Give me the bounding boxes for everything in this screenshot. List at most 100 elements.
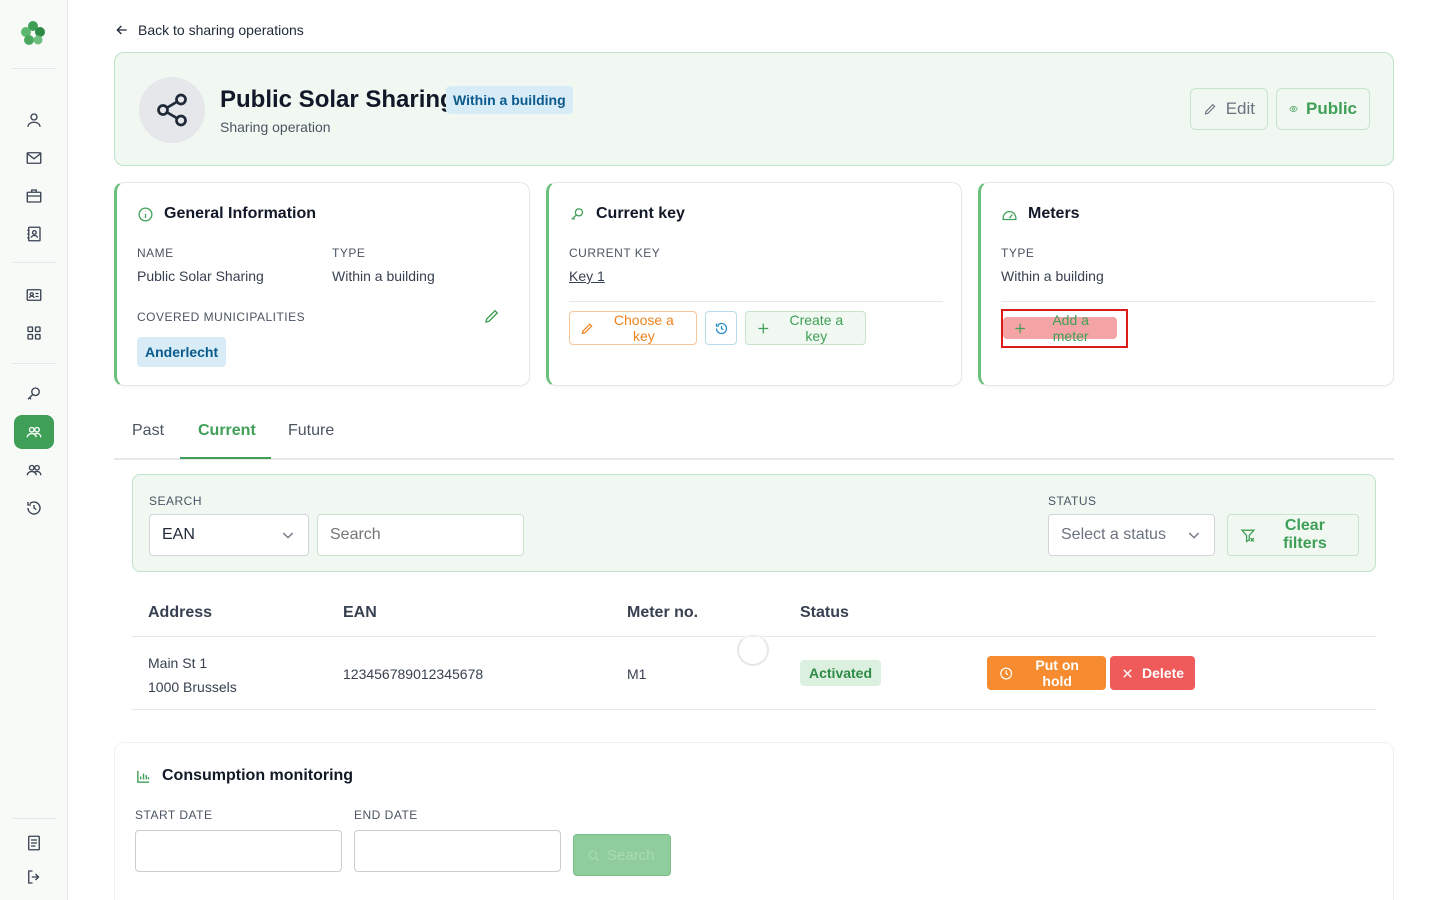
users-icon: [26, 426, 42, 438]
sidebar: [0, 0, 68, 900]
sidebar-item-logout[interactable]: [14, 860, 54, 894]
share-avatar: [139, 77, 205, 143]
clear-filters-label: Clear filters: [1283, 517, 1327, 552]
tab-past[interactable]: Past: [132, 422, 164, 440]
current-key-label: CURRENT KEY: [569, 246, 661, 260]
operation-header: Public Solar Sharing Within a building S…: [114, 52, 1394, 166]
public-button-label: Public: [1305, 99, 1357, 118]
name-label: NAME: [137, 246, 174, 260]
share-icon: [157, 93, 187, 127]
column-address: Address: [148, 604, 213, 621]
put-on-hold-button[interactable]: Put on hold: [987, 656, 1106, 690]
general-info-title: General Information: [137, 205, 316, 223]
search-input[interactable]: [317, 514, 524, 556]
sidebar-item-sharing[interactable]: [14, 415, 54, 449]
clock-icon: [1000, 667, 1013, 679]
type-label: TYPE: [332, 246, 366, 260]
sidebar-item-history[interactable]: [14, 491, 54, 525]
column-ean: EAN: [343, 604, 377, 621]
status-label: STATUS: [1048, 494, 1097, 508]
logo-icon: [21, 21, 45, 45]
plus-icon: [758, 323, 769, 333]
divider: [569, 301, 943, 302]
sidebar-item-profile[interactable]: [14, 103, 54, 137]
mail-icon: [26, 152, 42, 164]
logout-icon: [28, 870, 40, 884]
consumption-title: Consumption monitoring: [135, 767, 353, 785]
consumption-card: Consumption monitoring START DATE END DA…: [114, 742, 1394, 900]
status-select[interactable]: Select a status: [1048, 514, 1215, 556]
create-key-button[interactable]: Create a key: [745, 311, 866, 345]
municipality-tag: Anderlecht: [137, 337, 227, 367]
id-card-icon: [26, 289, 42, 301]
history-icon: [27, 501, 41, 515]
eye-icon: [1289, 106, 1298, 112]
key-history-button[interactable]: [705, 311, 737, 345]
status-select-value: Select a status: [1061, 526, 1166, 543]
search-label: SEARCH: [149, 494, 203, 508]
delete-button[interactable]: Delete: [1110, 656, 1195, 690]
public-button[interactable]: Public: [1276, 88, 1370, 130]
sidebar-divider: [12, 68, 56, 69]
briefcase-icon: [26, 189, 42, 203]
sidebar-item-contacts[interactable]: [14, 217, 54, 251]
sidebar-item-docs[interactable]: [14, 826, 54, 860]
consumption-search-label: Search: [607, 846, 655, 864]
current-key-title-label: Current key: [596, 205, 685, 222]
history-icon: [715, 322, 727, 334]
highlight-frame: [1001, 309, 1128, 348]
current-key-link[interactable]: Key 1: [569, 268, 605, 284]
column-status: Status: [800, 604, 849, 621]
edit-button[interactable]: Edit: [1190, 88, 1268, 130]
end-date-input[interactable]: [354, 830, 561, 872]
close-icon: [1123, 668, 1132, 678]
search-field-select[interactable]: EAN: [149, 514, 309, 556]
type-value: Within a building: [332, 268, 435, 284]
page-subtitle: Sharing operation: [220, 119, 331, 135]
key-icon: [27, 387, 40, 400]
group-icon: [26, 464, 42, 476]
current-key-card: Current key CURRENT KEY Key 1 Choose a k…: [546, 182, 962, 386]
table-header: Address EAN Meter no. Status: [132, 590, 1376, 637]
sidebar-divider: [12, 818, 56, 819]
grid-icon: [27, 326, 41, 340]
edit-municipalities-icon[interactable]: [483, 307, 501, 325]
general-info-title-label: General Information: [164, 205, 317, 222]
choose-key-label: Choose a key: [613, 312, 674, 344]
loading-spinner: [737, 634, 769, 666]
bar-chart-icon: [137, 770, 150, 783]
sidebar-divider: [12, 363, 56, 364]
tab-future[interactable]: Future: [288, 422, 334, 440]
status-badge: Activated: [800, 660, 882, 686]
arrow-left-icon: [116, 25, 127, 35]
column-meter-no: Meter no.: [627, 604, 699, 621]
consumption-title-label: Consumption monitoring: [162, 767, 354, 784]
general-info-card: General Information NAME Public Solar Sh…: [114, 182, 530, 386]
sidebar-item-keys[interactable]: [14, 377, 54, 411]
sidebar-item-briefcase[interactable]: [14, 179, 54, 213]
back-link-label: Back to sharing operations: [138, 22, 304, 38]
document-icon: [28, 835, 40, 851]
delete-label: Delete: [1142, 665, 1185, 681]
consumption-search-button[interactable]: Search: [573, 834, 671, 876]
meters-type-value: Within a building: [1001, 268, 1104, 284]
search-field-value: EAN: [162, 526, 195, 543]
chevron-down-icon: [1188, 532, 1200, 539]
put-on-hold-label: Put on hold: [1035, 657, 1079, 689]
sidebar-item-id-card[interactable]: [14, 278, 54, 312]
address-line1: Main St 1: [148, 655, 208, 671]
edit-button-label: Edit: [1225, 99, 1255, 118]
tab-current[interactable]: Current: [198, 422, 256, 440]
clear-filters-button[interactable]: Clear filters: [1227, 514, 1359, 556]
contact-book-icon: [27, 226, 41, 242]
start-date-input[interactable]: [135, 830, 342, 872]
meters-title-label: Meters: [1028, 205, 1080, 222]
back-link[interactable]: Back to sharing operations: [114, 20, 304, 40]
sidebar-item-messages[interactable]: [14, 141, 54, 175]
start-date-label: START DATE: [135, 808, 213, 822]
search-icon: [588, 850, 599, 861]
sidebar-item-members[interactable]: [14, 453, 54, 487]
sidebar-item-dashboard[interactable]: [14, 316, 54, 350]
choose-key-button[interactable]: Choose a key: [569, 311, 697, 345]
page-title: Public Solar Sharing: [220, 86, 455, 113]
